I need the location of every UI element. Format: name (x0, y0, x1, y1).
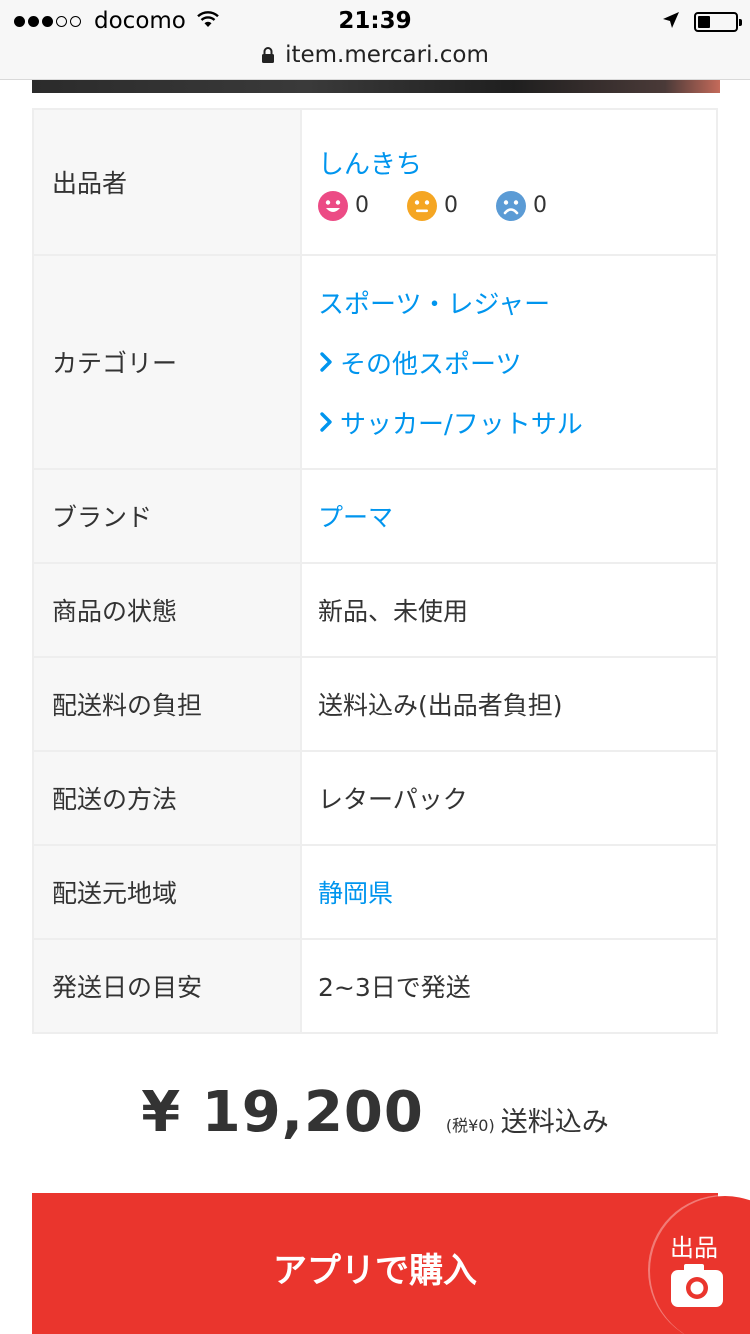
row-shipping-method: 配送の方法 レターパック (32, 750, 718, 846)
value-condition: 新品、未使用 (300, 562, 718, 658)
row-ship-from: 配送元地域 静岡県 (32, 844, 718, 940)
label-shipping-fee: 配送料の負担 (32, 656, 302, 752)
value-shipping-method: レターパック (300, 750, 718, 846)
neutral-face-icon (407, 190, 437, 221)
battery-icon (694, 12, 742, 32)
rating-bad: 0 (496, 190, 547, 221)
price-shipping-note: 送料込み (500, 1107, 609, 1138)
rating-bad-count: 0 (533, 193, 547, 218)
status-time: 21:39 (338, 8, 412, 34)
page: docomo 21:39 item.mercari.com 出品者 しんきち 0… (0, 0, 750, 1334)
value-ship-days: 2~3日で発送 (300, 938, 718, 1034)
rating-good: 0 (318, 190, 369, 221)
url-domain: item.mercari.com (285, 42, 489, 68)
url-bar[interactable]: item.mercari.com (0, 38, 750, 72)
status-right (662, 8, 742, 36)
row-category: カテゴリー スポーツ・レジャー その他スポーツ サッカー/フットサル (32, 254, 718, 470)
label-category: カテゴリー (32, 254, 302, 470)
item-photo-bottom-edge (32, 80, 720, 93)
browser-top-bar: docomo 21:39 item.mercari.com (0, 0, 750, 80)
price-row: ¥ 19,200 (税¥0) 送料込み (0, 1080, 750, 1150)
value-brand: プーマ (300, 468, 718, 564)
location-arrow-icon (662, 11, 680, 33)
rating-good-count: 0 (355, 193, 369, 218)
label-condition: 商品の状態 (32, 562, 302, 658)
category-level-1: スポーツ・レジャー (318, 272, 716, 332)
label-seller: 出品者 (32, 108, 302, 256)
sell-button-label: 出品 (670, 1234, 718, 1262)
ship-from-link[interactable]: 静岡県 (318, 879, 393, 908)
buy-button-label: アプリで購入 (273, 1251, 477, 1291)
row-brand: ブランド プーマ (32, 468, 718, 564)
buy-in-app-button[interactable]: アプリで購入 (32, 1193, 718, 1334)
chevron-right-icon (318, 409, 336, 435)
category-level-2: その他スポーツ (318, 332, 716, 392)
label-brand: ブランド (32, 468, 302, 564)
rating-normal-count: 0 (444, 193, 458, 218)
row-seller: 出品者 しんきち 0 0 0 (32, 108, 718, 256)
sad-face-icon (496, 190, 526, 221)
price-amount: ¥ 19,200 (141, 1080, 424, 1145)
chevron-right-icon (318, 349, 336, 375)
label-ship-from: 配送元地域 (32, 844, 302, 940)
value-seller: しんきち 0 0 0 (300, 108, 718, 256)
value-shipping-fee: 送料込み(出品者負担) (300, 656, 718, 752)
lock-icon (261, 46, 275, 64)
row-shipping-fee: 配送料の負担 送料込み(出品者負担) (32, 656, 718, 752)
label-shipping-method: 配送の方法 (32, 750, 302, 846)
camera-icon (670, 1262, 724, 1312)
row-ship-days: 発送日の目安 2~3日で発送 (32, 938, 718, 1034)
brand-link[interactable]: プーマ (318, 503, 393, 532)
value-ship-from: 静岡県 (300, 844, 718, 940)
category-level-3: サッカー/フットサル (318, 392, 716, 452)
rating-normal: 0 (407, 190, 458, 221)
seller-ratings: 0 0 0 (318, 190, 716, 221)
row-condition: 商品の状態 新品、未使用 (32, 562, 718, 658)
seller-name-link[interactable]: しんきち (318, 144, 716, 181)
smile-icon (318, 190, 348, 221)
category-link-2[interactable]: その他スポーツ (340, 344, 521, 381)
category-link-3[interactable]: サッカー/フットサル (340, 404, 583, 441)
value-category: スポーツ・レジャー その他スポーツ サッカー/フットサル (300, 254, 718, 470)
category-link-1[interactable]: スポーツ・レジャー (318, 284, 550, 321)
item-detail-table: 出品者 しんきち 0 0 0 カテゴリー スポーツ・レジャー その他スポーツ サ… (32, 108, 718, 1034)
label-ship-days: 発送日の目安 (32, 938, 302, 1034)
price-tax: (税¥0) (445, 1116, 495, 1135)
